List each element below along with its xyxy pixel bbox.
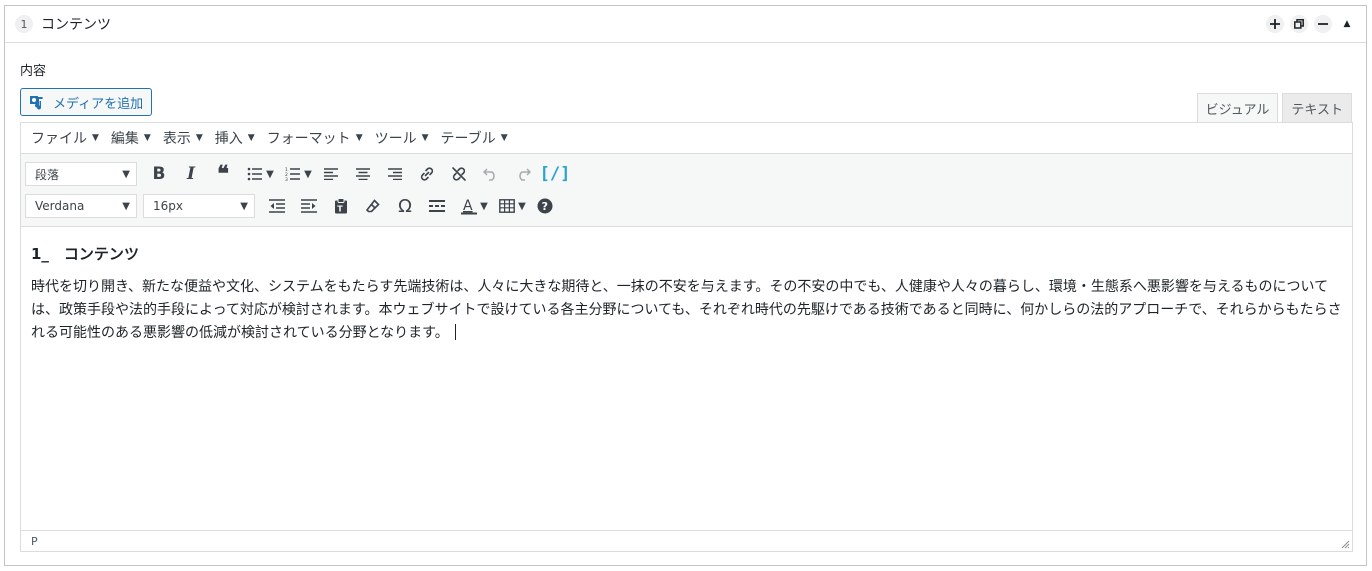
chevron-down-icon: ▼: [421, 133, 429, 143]
chevron-down-icon: ▼: [195, 133, 203, 143]
menu-view-label: 表示: [162, 131, 191, 147]
font-family-select[interactable]: Verdana ▼: [25, 194, 137, 218]
text-color-options-icon[interactable]: ▼: [477, 191, 491, 221]
editor-statusbar: P: [21, 530, 1352, 551]
format-select[interactable]: 段落 ▼: [25, 162, 137, 186]
special-character-icon[interactable]: Ω: [389, 191, 421, 221]
font-size-value: 16px: [153, 199, 183, 213]
font-size-select[interactable]: 16px ▼: [143, 194, 255, 218]
collapse-icon[interactable]: ▲: [1338, 15, 1356, 33]
menu-format-label: フォーマット: [266, 131, 351, 147]
horizontal-rule-icon[interactable]: [421, 191, 453, 221]
tab-visual[interactable]: ビジュアル: [1196, 93, 1279, 123]
svg-text:A: A: [463, 198, 473, 214]
chevron-down-icon: ▼: [122, 168, 130, 180]
align-right-icon[interactable]: [379, 159, 411, 189]
paste-text-icon[interactable]: T: [325, 191, 357, 221]
tab-text[interactable]: テキスト: [1282, 93, 1352, 122]
element-path[interactable]: P: [31, 535, 38, 548]
menu-view[interactable]: 表示 ▼: [157, 128, 209, 148]
panel-number-badge: 1: [15, 15, 33, 33]
panel-actions: ▲: [1266, 15, 1356, 33]
link-icon[interactable]: [411, 159, 443, 189]
menu-table[interactable]: テーブル ▼: [435, 128, 514, 148]
panel-header[interactable]: 1 コンテンツ ▲: [5, 6, 1366, 43]
font-family-value: Verdana: [35, 199, 85, 213]
numbered-list-options-icon[interactable]: ▼: [301, 159, 315, 189]
svg-text:T: T: [337, 205, 343, 214]
duplicate-icon[interactable]: [1290, 15, 1308, 33]
editor-tabs: ビジュアル テキスト: [1196, 93, 1352, 123]
chevron-down-icon: ▼: [92, 133, 99, 143]
menu-insert-label: 挿入: [214, 131, 243, 147]
editor-content[interactable]: 1_ コンテンツ 時代を切り開き、新たな便益や文化、システムをもたらす先端技術は…: [21, 227, 1352, 345]
blockquote-icon[interactable]: ❝: [207, 159, 239, 189]
menu-insert[interactable]: 挿入 ▼: [209, 128, 261, 148]
align-center-icon[interactable]: [347, 159, 379, 189]
add-media-button[interactable]: メディアを追加: [20, 88, 153, 116]
media-icon: [30, 96, 43, 110]
chevron-down-icon: ▼: [143, 133, 151, 143]
remove-icon[interactable]: [1314, 15, 1332, 33]
help-icon[interactable]: ?: [529, 191, 561, 221]
toolbar-row-2: Verdana ▼ 16px ▼ T Ω A ▼ ▼ ?: [25, 190, 1352, 222]
undo-icon[interactable]: [475, 159, 507, 189]
menu-edit-label: 編集: [110, 131, 139, 147]
field-label: 内容: [20, 64, 47, 79]
menu-format[interactable]: フォーマット ▼: [261, 128, 369, 148]
unlink-icon[interactable]: [443, 159, 475, 189]
align-left-icon[interactable]: [315, 159, 347, 189]
content-paragraph[interactable]: 時代を切り開き、新たな便益や文化、システムをもたらす先端技術は、人々に大きな期待…: [31, 279, 1342, 341]
add-icon[interactable]: [1266, 15, 1284, 33]
bullet-list-options-icon[interactable]: ▼: [263, 159, 277, 189]
menu-tools-label: ツール: [374, 131, 417, 147]
panel-title: コンテンツ: [41, 17, 111, 33]
add-media-label: メディアを追加: [53, 96, 144, 112]
text-cursor: [454, 324, 456, 340]
content-panel: 1 コンテンツ ▲ 内容 メディアを追加 ビジュアル テキスト ファイル ▼ 編…: [4, 5, 1367, 566]
format-select-value: 段落: [35, 167, 60, 182]
editor: ファイル ▼ 編集 ▼ 表示 ▼ 挿入 ▼ フォーマット ▼ ツール ▼ テーブル ▼ 段落 ▼…: [20, 122, 1353, 552]
chevron-down-icon: ▼: [247, 133, 255, 143]
indent-icon[interactable]: [293, 191, 325, 221]
menu-file[interactable]: ファイル ▼: [25, 128, 105, 148]
menu-edit[interactable]: 編集 ▼: [105, 128, 157, 148]
svg-text:?: ?: [542, 200, 548, 213]
chevron-down-icon: ▼: [355, 133, 363, 143]
chevron-down-icon: ▼: [122, 200, 130, 212]
redo-icon[interactable]: [507, 159, 539, 189]
chevron-down-icon: ▼: [500, 133, 508, 143]
toolbar-row-1: 段落 ▼ B I ❝ ▼ 123 ▼ [/]: [25, 158, 1352, 190]
menu-table-label: テーブル: [440, 131, 496, 147]
table-options-icon[interactable]: ▼: [515, 191, 529, 221]
clear-formatting-icon[interactable]: [357, 191, 389, 221]
content-heading[interactable]: 1_ コンテンツ: [31, 243, 1342, 266]
resize-handle-icon[interactable]: [1341, 540, 1350, 549]
editor-menubar: ファイル ▼ 編集 ▼ 表示 ▼ 挿入 ▼ フォーマット ▼ ツール ▼ テーブル ▼: [21, 123, 1352, 154]
italic-icon[interactable]: I: [175, 159, 207, 189]
outdent-icon[interactable]: [261, 191, 293, 221]
chevron-down-icon: ▼: [240, 200, 248, 212]
editor-toolbar: 段落 ▼ B I ❝ ▼ 123 ▼ [/] Verdana ▼ 16px ▼ …: [21, 154, 1352, 227]
svg-text:3: 3: [285, 177, 288, 181]
code-block-icon[interactable]: [/]: [539, 159, 571, 189]
bold-icon[interactable]: B: [143, 159, 175, 189]
menu-tools[interactable]: ツール ▼: [369, 128, 435, 148]
menu-file-label: ファイル: [31, 131, 87, 147]
